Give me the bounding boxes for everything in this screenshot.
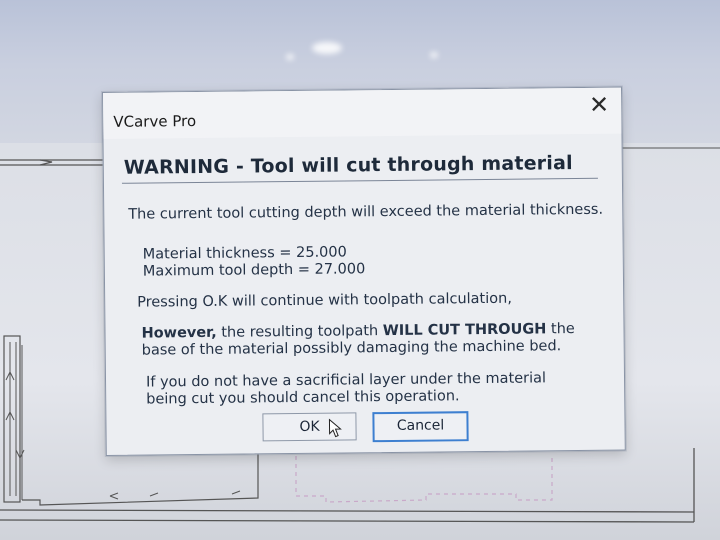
continue-text: Pressing O.K will continue with toolpath… [137, 290, 512, 311]
sacrificial-line-2: being cut you should cancel this operati… [146, 388, 460, 408]
sacrificial-line-1: If you do not have a sacrificial layer u… [145, 370, 547, 391]
however-end-text: the [546, 321, 575, 338]
warning-heading: WARNING - Tool will cut through material [123, 152, 573, 179]
however-mid-text: the resulting toolpath [216, 323, 383, 341]
dialog-titlebar[interactable]: VCarve Pro ✕ [103, 87, 622, 139]
max-tool-depth-text: Maximum tool depth = 27.000 [142, 261, 366, 280]
however-line-2: base of the material possibly damaging t… [141, 338, 562, 359]
cancel-button[interactable]: Cancel [372, 411, 469, 443]
dialog-title: VCarve Pro [113, 112, 197, 131]
heading-divider [121, 177, 598, 184]
intro-text: The current tool cutting depth will exce… [128, 201, 604, 223]
material-thickness-text: Material thickness = 25.000 [142, 244, 347, 263]
warning-dialog: VCarve Pro ✕ WARNING - Tool will cut thr… [102, 86, 626, 456]
will-cut-through-text: WILL CUT THROUGH [382, 321, 547, 340]
however-bold-text: However, [141, 324, 217, 342]
close-icon[interactable]: ✕ [585, 91, 613, 119]
mouse-cursor-icon [328, 418, 342, 438]
